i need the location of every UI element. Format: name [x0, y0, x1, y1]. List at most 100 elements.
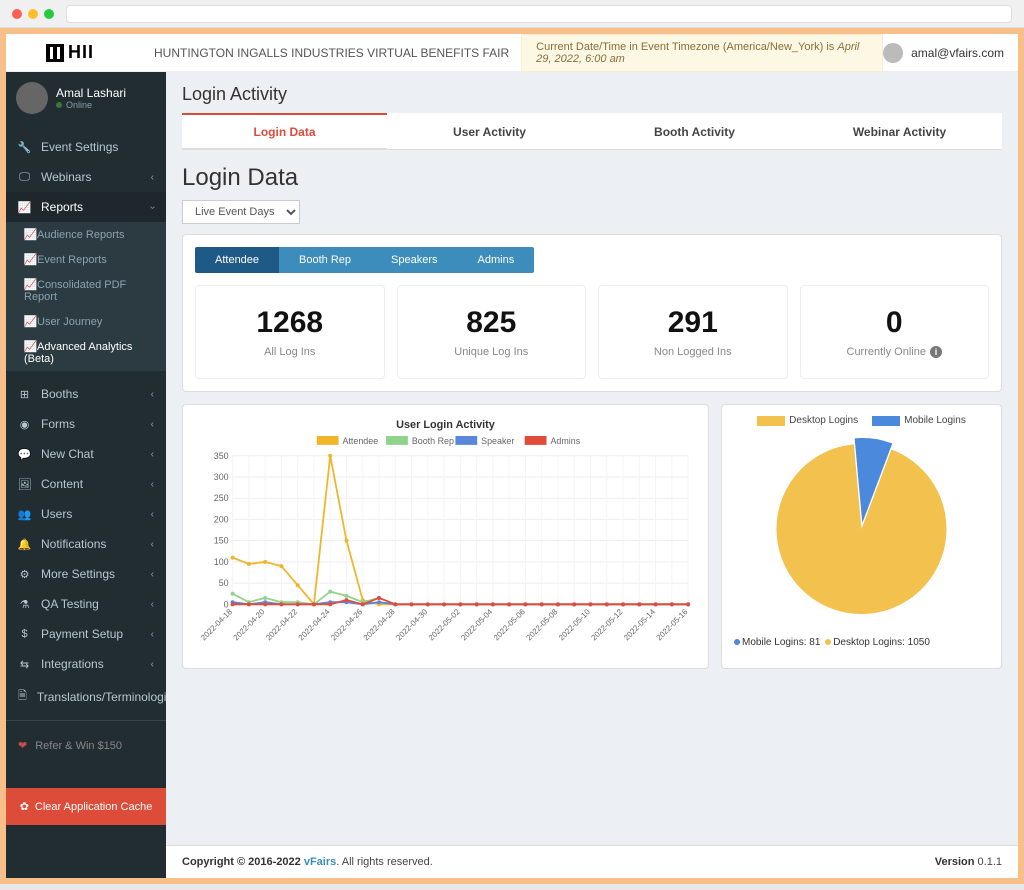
sidebar-subitem-audience[interactable]: 📈Audience Reports	[6, 222, 166, 247]
tab-login-data[interactable]: Login Data	[182, 113, 387, 149]
dollar-icon: $	[18, 628, 31, 640]
role-tab-attendee[interactable]: Attendee	[195, 247, 279, 273]
sidebar-refer[interactable]: ❤Refer & Win $150	[6, 727, 166, 764]
user-name: Amal Lashari	[56, 86, 126, 100]
svg-text:Booth Rep: Booth Rep	[412, 436, 454, 446]
footer-copyright: Copyright © 2016-2022 vFairs. All rights…	[182, 856, 433, 868]
sidebar-item-more[interactable]: ⚙More Settings‹	[6, 559, 166, 589]
sidebar-item-booths[interactable]: ⊞Booths‹	[6, 379, 166, 409]
gear-icon: ✿	[20, 800, 29, 813]
chart-icon: 📈	[24, 253, 37, 266]
gear-icon: ⚙	[18, 568, 31, 581]
brand-link[interactable]: vFairs	[304, 856, 336, 868]
info-icon[interactable]: i	[930, 346, 942, 358]
svg-text:350: 350	[214, 451, 229, 461]
heart-icon: ❤	[18, 739, 27, 752]
sidebar-subitem-advanced[interactable]: 📈Advanced Analytics (Beta)	[6, 334, 166, 371]
bullet-icon	[825, 639, 831, 645]
svg-text:2022-04-30: 2022-04-30	[394, 607, 429, 642]
plug-icon: ⇆	[18, 658, 31, 671]
svg-text:2022-04-20: 2022-04-20	[232, 607, 267, 642]
chevron-left-icon: ‹	[151, 449, 154, 460]
chevron-down-icon: ›	[147, 205, 158, 208]
chevron-left-icon: ‹	[151, 629, 154, 640]
logo-icon	[46, 44, 64, 62]
sidebar-item-reports[interactable]: 📈Reports›	[6, 192, 166, 222]
svg-text:User Login Activity: User Login Activity	[396, 419, 495, 431]
role-tab-boothrep[interactable]: Booth Rep	[279, 247, 371, 273]
booth-icon: ⊞	[18, 388, 31, 401]
svg-text:2022-04-22: 2022-04-22	[264, 607, 299, 642]
days-filter-select[interactable]: Live Event Days	[182, 200, 300, 224]
chart-icon: 📈	[24, 228, 37, 241]
svg-text:2022-05-08: 2022-05-08	[524, 607, 559, 642]
users-icon: 👥	[18, 508, 31, 521]
url-bar[interactable]	[66, 5, 1012, 23]
chevron-left-icon: ‹	[151, 172, 154, 183]
status-dot-icon	[56, 102, 62, 108]
page-title: Login Activity	[182, 84, 1002, 105]
event-title: HUNTINGTON INGALLS INDUSTRIES VIRTUAL BE…	[134, 46, 509, 60]
logo-text: HII	[68, 42, 94, 63]
sidebar-item-notifications[interactable]: 🔔Notifications‹	[6, 529, 166, 559]
sidebar-item-webinars[interactable]: 🖵Webinars‹	[6, 162, 166, 192]
tab-webinar-activity[interactable]: Webinar Activity	[797, 113, 1002, 149]
form-icon: ◉	[18, 418, 31, 431]
sidebar-item-qa[interactable]: ⚗QA Testing‹	[6, 589, 166, 619]
wrench-icon: 🔧	[18, 141, 31, 154]
svg-text:Admins: Admins	[550, 436, 580, 446]
maximize-dot[interactable]	[44, 9, 54, 19]
browser-chrome	[0, 0, 1024, 28]
clear-cache-button[interactable]: ✿Clear Application Cache	[6, 788, 166, 825]
svg-text:2022-05-10: 2022-05-10	[557, 607, 592, 642]
flask-icon: ⚗	[18, 598, 31, 611]
sidebar-item-translations[interactable]: 🗎Translations/Terminologies	[6, 679, 166, 714]
sidebar-item-content[interactable]: 🖼Content‹	[6, 469, 166, 499]
stat-label: Currently Onlinei	[805, 346, 985, 358]
legend-swatch-mobile	[872, 416, 900, 426]
bullet-icon	[734, 639, 740, 645]
stat-value: 1268	[200, 306, 380, 340]
chevron-left-icon: ‹	[151, 599, 154, 610]
svg-text:2022-04-26: 2022-04-26	[329, 607, 364, 642]
svg-text:50: 50	[219, 578, 229, 588]
svg-text:250: 250	[214, 493, 229, 503]
svg-text:2022-05-02: 2022-05-02	[427, 607, 462, 642]
minimize-dot[interactable]	[28, 9, 38, 19]
svg-text:2022-05-16: 2022-05-16	[655, 607, 690, 642]
logo[interactable]: HII	[6, 34, 134, 71]
sidebar-subitem-pdf[interactable]: 📈Consolidated PDF Report	[6, 272, 166, 309]
sidebar-item-newchat[interactable]: 💬New Chat‹	[6, 439, 166, 469]
chart-icon: 📈	[24, 315, 37, 328]
window-dots	[12, 9, 54, 19]
tab-user-activity[interactable]: User Activity	[387, 113, 592, 149]
svg-text:2022-04-28: 2022-04-28	[362, 607, 397, 642]
role-tab-speakers[interactable]: Speakers	[371, 247, 457, 273]
svg-text:2022-05-06: 2022-05-06	[492, 607, 527, 642]
pie-chart	[732, 434, 991, 624]
svg-text:300: 300	[214, 472, 229, 482]
user-status: Online	[56, 100, 126, 110]
svg-text:100: 100	[214, 557, 229, 567]
sidebar: Amal Lashari Online 🔧Event Settings 🖵Web…	[6, 72, 166, 878]
role-tab-admins[interactable]: Admins	[458, 247, 535, 273]
sidebar-subitem-event[interactable]: 📈Event Reports	[6, 247, 166, 272]
avatar-icon	[16, 82, 48, 114]
svg-text:2022-04-18: 2022-04-18	[199, 607, 234, 642]
top-user[interactable]: amal@vfairs.com	[883, 43, 1018, 63]
sidebar-user[interactable]: Amal Lashari Online	[6, 72, 166, 124]
stat-non-logged: 291 Non Logged Ins	[598, 285, 788, 379]
sidebar-subitem-journey[interactable]: 📈User Journey	[6, 309, 166, 334]
sidebar-item-users[interactable]: 👥Users‹	[6, 499, 166, 529]
tab-booth-activity[interactable]: Booth Activity	[592, 113, 797, 149]
timezone-banner: Current Date/Time in Event Timezone (Ame…	[521, 34, 883, 72]
monitor-icon: 🖵	[18, 171, 31, 184]
sidebar-item-payment[interactable]: $Payment Setup‹	[6, 619, 166, 649]
footer: Copyright © 2016-2022 vFairs. All rights…	[166, 845, 1018, 878]
sidebar-item-forms[interactable]: ◉Forms‹	[6, 409, 166, 439]
chevron-left-icon: ‹	[151, 569, 154, 580]
pie-summary: Mobile Logins: 81 Desktop Logins: 1050	[732, 637, 991, 648]
close-dot[interactable]	[12, 9, 22, 19]
sidebar-item-event-settings[interactable]: 🔧Event Settings	[6, 132, 166, 162]
sidebar-item-integrations[interactable]: ⇆Integrations‹	[6, 649, 166, 679]
